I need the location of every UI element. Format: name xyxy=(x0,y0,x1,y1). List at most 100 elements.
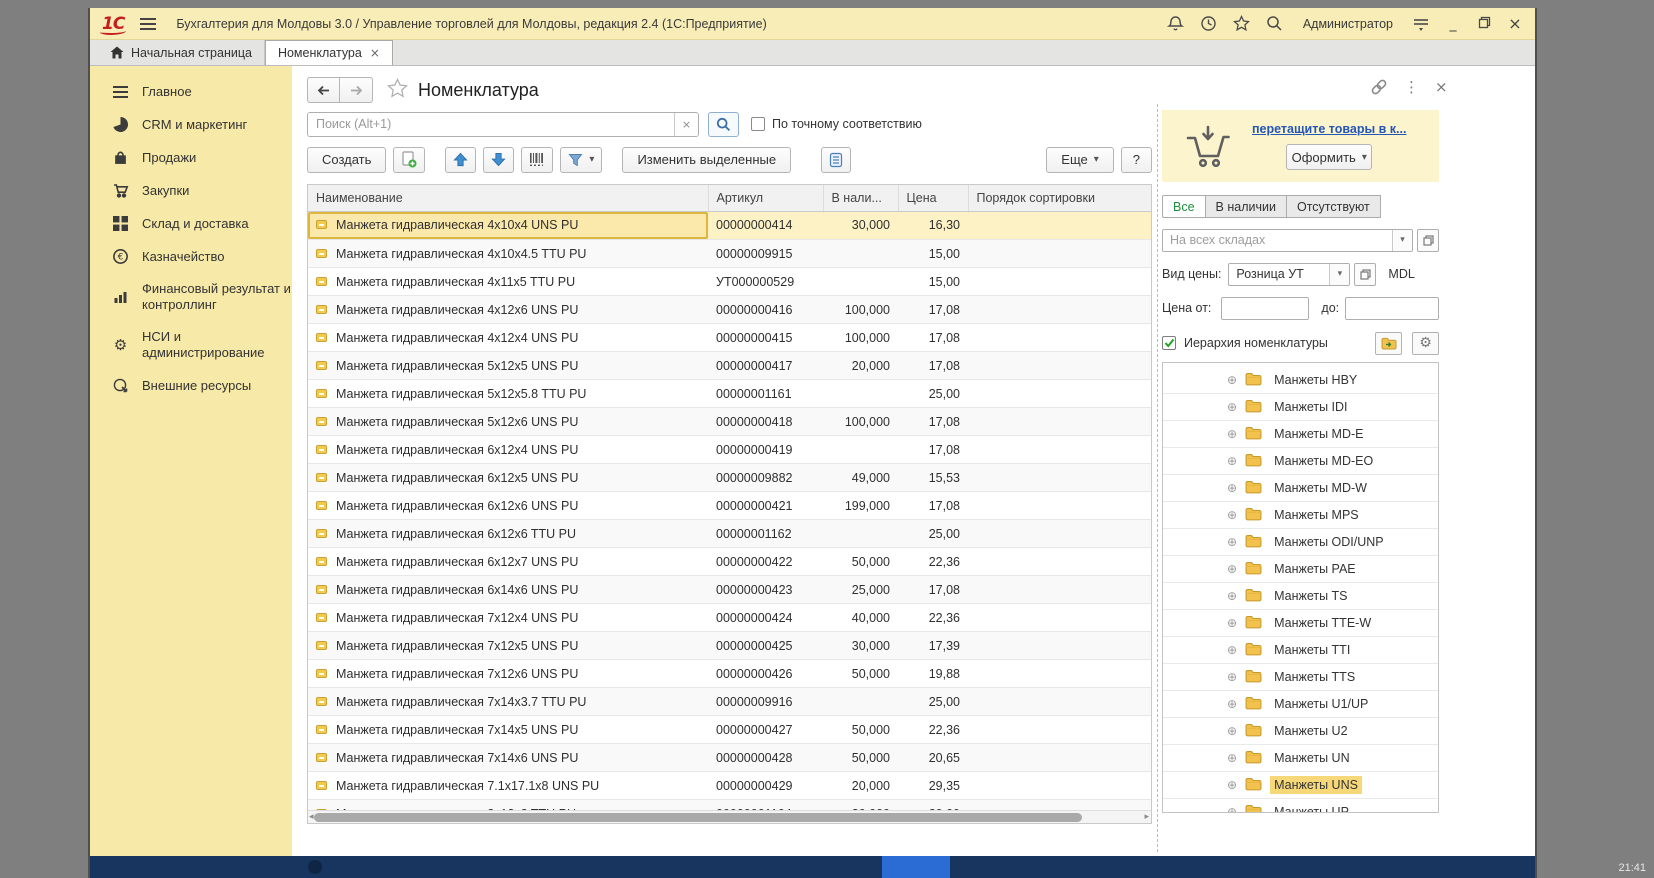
edit-selected-button[interactable]: Изменить выделенные xyxy=(622,147,791,173)
scrollbar-thumb[interactable] xyxy=(314,813,1082,822)
column-header[interactable]: Артикул xyxy=(708,185,823,211)
minimize-button[interactable]: _ xyxy=(1445,16,1461,32)
table-row[interactable]: Манжета гидравлическая 4x10x4 UNS PU0000… xyxy=(308,212,1151,240)
search-button[interactable] xyxy=(708,112,739,137)
close-button[interactable]: × xyxy=(1507,14,1523,33)
tree-item[interactable]: ⊕Манжеты U1/UP xyxy=(1163,691,1438,718)
expand-icon[interactable]: ⊕ xyxy=(1227,508,1237,522)
stock-tab[interactable]: Отсутствуют xyxy=(1287,195,1381,218)
table-row[interactable]: Манжета гидравлическая 4x12x4 UNS PU0000… xyxy=(308,324,1151,352)
table-row[interactable]: Манжета гидравлическая 4x11x5 TTU PUУТ00… xyxy=(308,268,1151,296)
hierarchy-checkbox[interactable] xyxy=(1162,336,1176,350)
column-header[interactable]: Порядок сортировки xyxy=(968,185,1151,211)
expand-icon[interactable]: ⊕ xyxy=(1227,589,1237,603)
table-row[interactable]: Манжета гидравлическая 7x12x6 UNS PU0000… xyxy=(308,660,1151,688)
tree-item[interactable]: ⊕Манжеты TTE-W xyxy=(1163,610,1438,637)
tab-close-icon[interactable]: × xyxy=(370,46,380,60)
table-row[interactable]: Манжета гидравлическая 6x12x6 UNS PU0000… xyxy=(308,492,1151,520)
table-row[interactable]: Манжета гидравлическая 5x12x5.8 TTU PU00… xyxy=(308,380,1151,408)
price-type-dropdown-icon[interactable]: ▾ xyxy=(1329,264,1349,285)
notifications-icon[interactable] xyxy=(1167,15,1185,33)
service-menu-icon[interactable] xyxy=(1412,15,1430,33)
sidebar-item-shopping-cart[interactable]: Закупки xyxy=(90,174,292,207)
expand-icon[interactable]: ⊕ xyxy=(1227,454,1237,468)
table-row[interactable]: Манжета гидравлическая 7x14x5 UNS PU0000… xyxy=(308,716,1151,744)
tab-home[interactable]: Начальная страница xyxy=(98,40,265,65)
scroll-right-arrow-icon[interactable]: ▸ xyxy=(1144,811,1149,824)
exact-match-checkbox[interactable] xyxy=(751,117,765,131)
table-row[interactable]: Манжета гидравлическая 5x12x5 UNS PU0000… xyxy=(308,352,1151,380)
tree-item[interactable]: ⊕Манжеты MD-EO xyxy=(1163,448,1438,475)
favorites-icon[interactable] xyxy=(1233,15,1251,33)
expand-icon[interactable]: ⊕ xyxy=(1227,373,1237,387)
sidebar-item-pie-chart[interactable]: CRM и маркетинг xyxy=(90,108,292,141)
search-input[interactable] xyxy=(308,113,674,136)
expand-icon[interactable]: ⊕ xyxy=(1227,724,1237,738)
restore-button[interactable] xyxy=(1476,16,1492,32)
create-button[interactable]: Создать xyxy=(307,147,386,173)
warehouse-select-button[interactable] xyxy=(1417,229,1439,252)
cart-dropzone[interactable]: перетащите товары в к... Оформить▾ xyxy=(1162,110,1439,182)
taskbar-app-button[interactable] xyxy=(882,856,950,878)
forward-button[interactable] xyxy=(340,77,373,103)
filter-button[interactable]: ▾ xyxy=(560,147,602,173)
table-row[interactable]: Манжета гидравлическая 7.1x17.1x8 UNS PU… xyxy=(308,772,1151,800)
move-to-group-button[interactable] xyxy=(1375,332,1402,355)
sidebar-item-bar-chart[interactable]: Финансовый результат и контроллинг xyxy=(90,273,292,321)
favorite-star-icon[interactable] xyxy=(387,78,408,103)
tree-settings-gear-icon[interactable]: ⚙ xyxy=(1412,332,1439,355)
expand-icon[interactable]: ⊕ xyxy=(1227,643,1237,657)
tree-item[interactable]: ⊕Манжеты U2 xyxy=(1163,718,1438,745)
current-user[interactable]: Администратор xyxy=(1303,17,1393,31)
tree-item[interactable]: ⊕Манжеты UNS xyxy=(1163,772,1438,799)
price-type-select-button[interactable] xyxy=(1354,263,1376,286)
stock-tab[interactable]: Все xyxy=(1162,195,1206,218)
table-row[interactable]: Манжета гидравлическая 7x12x4 UNS PU0000… xyxy=(308,604,1151,632)
search-clear-button[interactable]: × xyxy=(674,113,698,136)
table-row[interactable]: Манжета гидравлическая 7x12x5 UNS PU0000… xyxy=(308,632,1151,660)
sidebar-item-grid[interactable]: Склад и доставка xyxy=(90,207,292,240)
sidebar-item-shopping-bag[interactable]: Продажи xyxy=(90,141,292,174)
barcode-button[interactable] xyxy=(521,147,553,173)
move-down-button[interactable] xyxy=(483,147,514,173)
sidebar-item-globe-arrow[interactable]: Внешние ресурсы xyxy=(90,369,292,402)
main-menu-button[interactable] xyxy=(140,15,156,33)
table-row[interactable]: Манжета гидравлическая 6x12x5 UNS PU0000… xyxy=(308,464,1151,492)
tab-nomenclature[interactable]: Номенклатура × xyxy=(265,40,393,65)
tree-item[interactable]: ⊕Манжеты UN xyxy=(1163,745,1438,772)
move-up-button[interactable] xyxy=(445,147,476,173)
expand-icon[interactable]: ⊕ xyxy=(1227,670,1237,684)
tree-item[interactable]: ⊕Манжеты TTS xyxy=(1163,664,1438,691)
tree-item[interactable]: ⊕Манжеты TTI xyxy=(1163,637,1438,664)
expand-icon[interactable]: ⊕ xyxy=(1227,535,1237,549)
table-row[interactable]: Манжета гидравлическая 6x12x7 UNS PU0000… xyxy=(308,548,1151,576)
global-search-icon[interactable] xyxy=(1266,15,1284,33)
table-row[interactable]: Манжета гидравлическая 6x12x4 UNS PU0000… xyxy=(308,436,1151,464)
expand-icon[interactable]: ⊕ xyxy=(1227,697,1237,711)
price-type-value[interactable]: Розница УТ xyxy=(1229,264,1329,285)
sidebar-item-gear[interactable]: ⚙НСИ и администрирование xyxy=(90,321,292,369)
more-button[interactable]: Еще▾ xyxy=(1046,147,1113,173)
expand-icon[interactable]: ⊕ xyxy=(1227,805,1237,813)
expand-icon[interactable]: ⊕ xyxy=(1227,400,1237,414)
back-button[interactable] xyxy=(307,77,340,103)
drag-products-link[interactable]: перетащите товары в к... xyxy=(1252,122,1406,136)
table-row[interactable]: Манжета гидравлическая 7x14x3.7 TTU PU00… xyxy=(308,688,1151,716)
stock-tab[interactable]: В наличии xyxy=(1206,195,1287,218)
table-row[interactable]: Манжета гидравлическая 4x12x6 UNS PU0000… xyxy=(308,296,1151,324)
tree-item[interactable]: ⊕Манжеты PAE xyxy=(1163,556,1438,583)
create-group-button[interactable] xyxy=(393,147,425,173)
expand-icon[interactable]: ⊕ xyxy=(1227,778,1237,792)
tree-item[interactable]: ⊕Манжеты UP xyxy=(1163,799,1438,813)
table-row[interactable]: Манжета гидравлическая 4x10x4.5 TTU PU00… xyxy=(308,240,1151,268)
warehouse-dropdown-icon[interactable]: ▾ xyxy=(1392,230,1412,251)
expand-icon[interactable]: ⊕ xyxy=(1227,616,1237,630)
expand-icon[interactable]: ⊕ xyxy=(1227,562,1237,576)
sidebar-item-menu[interactable]: Главное xyxy=(90,75,292,108)
table-row[interactable]: Манжета гидравлическая 7x14x6 UNS PU0000… xyxy=(308,744,1151,772)
tree-item[interactable]: ⊕Манжеты IDI xyxy=(1163,394,1438,421)
expand-icon[interactable]: ⊕ xyxy=(1227,481,1237,495)
column-header[interactable]: Наименование xyxy=(308,185,708,211)
tree-item[interactable]: ⊕Манжеты MD-W xyxy=(1163,475,1438,502)
list-settings-button[interactable] xyxy=(821,147,851,173)
